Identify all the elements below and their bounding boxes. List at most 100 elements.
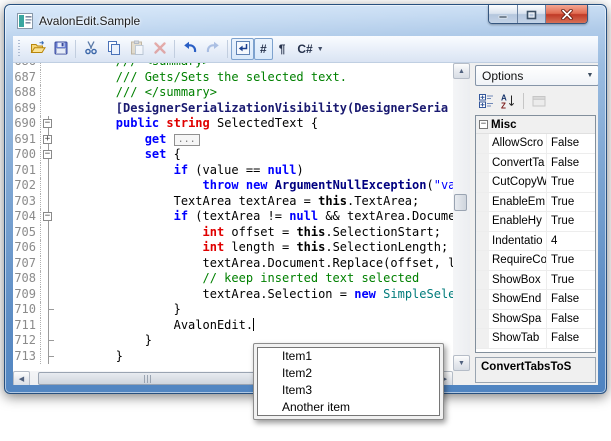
property-row[interactable]: EnableHyTrue <box>476 212 595 232</box>
property-value[interactable]: False <box>547 329 595 348</box>
property-value[interactable]: 4 <box>547 232 595 251</box>
code-line[interactable]: 705 int offset = this.SelectionStart; <box>13 225 453 241</box>
code-text[interactable]: /// </summary> <box>56 85 217 101</box>
line-number[interactable]: 708 <box>13 271 41 287</box>
code-line[interactable]: 704− if (textArea != null && textArea.Do… <box>13 209 453 225</box>
end-of-line-button[interactable]: ¶ <box>273 38 292 60</box>
line-number[interactable]: 702 <box>13 178 41 194</box>
undo-button[interactable] <box>178 38 201 60</box>
vertical-scrollbar[interactable]: ▲ ▼ <box>453 63 470 371</box>
fold-margin[interactable] <box>41 240 56 256</box>
copy-button[interactable] <box>102 38 125 60</box>
property-name[interactable]: RequireCo <box>489 251 547 270</box>
code-text[interactable]: get ... <box>56 132 200 148</box>
completion-item[interactable]: Item2 <box>258 365 439 382</box>
fold-margin[interactable] <box>41 85 56 101</box>
scroll-up-button[interactable]: ▲ <box>453 63 470 79</box>
completion-list[interactable]: Item1Item2Item3Another item <box>257 347 440 416</box>
property-name[interactable]: EnableHy <box>489 212 547 231</box>
code-line[interactable]: 689 [DesignerSerializationVisibility(Des… <box>13 101 453 117</box>
code-text[interactable]: int offset = this.SelectionStart; <box>56 225 441 241</box>
fold-plus-marker[interactable]: + <box>43 135 52 144</box>
fold-margin[interactable] <box>41 318 56 334</box>
code-text[interactable]: AvalonEdit. <box>56 318 254 334</box>
completion-item[interactable]: Item3 <box>258 382 439 399</box>
property-name[interactable]: ShowSpa <box>489 310 547 329</box>
fold-margin[interactable] <box>41 287 56 303</box>
paste-button[interactable] <box>125 38 148 60</box>
line-number[interactable]: 691 <box>13 132 41 148</box>
code-line[interactable]: 708 // keep inserted text selected <box>13 271 453 287</box>
fold-minus-marker[interactable]: − <box>43 119 52 128</box>
code-text[interactable]: if (value == null) <box>56 163 304 179</box>
toolbar-grip[interactable] <box>17 40 22 58</box>
line-number[interactable]: 711 <box>13 318 41 334</box>
completion-item[interactable]: Item1 <box>258 348 439 365</box>
maximize-button[interactable] <box>518 5 546 24</box>
property-name[interactable]: ShowTab <box>489 329 547 348</box>
code-line[interactable]: 706 int length = this.SelectionLength; <box>13 240 453 256</box>
property-row[interactable]: ShowTabFalse <box>476 329 595 349</box>
line-number[interactable]: 706 <box>13 240 41 256</box>
line-number[interactable]: 700 <box>13 147 41 163</box>
fold-minus-marker[interactable]: − <box>43 150 52 159</box>
fold-margin[interactable] <box>41 271 56 287</box>
code-text[interactable]: } <box>56 349 123 365</box>
fold-margin[interactable] <box>41 349 56 365</box>
line-number[interactable]: 710 <box>13 302 41 318</box>
property-row[interactable]: CutCopyWTrue <box>476 173 595 193</box>
line-numbers-button[interactable]: # <box>254 38 273 60</box>
editor-view[interactable]: 686 /// <summary>687 /// Gets/Sets the s… <box>13 63 453 371</box>
fold-margin[interactable] <box>41 194 56 210</box>
save-button[interactable] <box>49 38 72 60</box>
property-row[interactable]: EnableEmTrue <box>476 193 595 213</box>
code-line[interactable]: 701 if (value == null) <box>13 163 453 179</box>
scroll-left-button[interactable]: ◀ <box>13 371 30 385</box>
line-number[interactable]: 709 <box>13 287 41 303</box>
property-row[interactable]: Indentatio4 <box>476 232 595 252</box>
redo-button[interactable] <box>201 38 224 60</box>
property-value[interactable]: False <box>547 134 595 153</box>
fold-margin[interactable]: − <box>41 116 56 132</box>
line-number[interactable]: 705 <box>13 225 41 241</box>
code-text[interactable]: if (textArea != null && textArea.Docume <box>56 209 453 225</box>
line-number[interactable]: 701 <box>13 163 41 179</box>
collapse-icon[interactable]: − <box>479 120 488 129</box>
title-bar[interactable]: AvalonEdit.Sample <box>5 5 606 36</box>
code-text[interactable]: } <box>56 333 152 349</box>
fold-margin[interactable]: + <box>41 132 56 148</box>
cut-button[interactable] <box>79 38 102 60</box>
delete-button[interactable] <box>148 38 171 60</box>
property-pages-button[interactable] <box>528 91 550 111</box>
completion-item[interactable]: Another item <box>258 399 439 416</box>
code-text[interactable]: } <box>56 302 181 318</box>
property-name[interactable]: ConvertTa <box>489 154 547 173</box>
property-row[interactable]: ShowEndFalse <box>476 290 595 310</box>
property-row[interactable]: RequireCoTrue <box>476 251 595 271</box>
close-button[interactable] <box>546 5 587 24</box>
horizontal-scroll-thumb[interactable] <box>38 372 258 385</box>
category-row[interactable]: − Misc <box>476 116 595 134</box>
line-number[interactable]: 704 <box>13 209 41 225</box>
code-line[interactable]: 691+ get ... <box>13 132 453 148</box>
code-text[interactable]: /// Gets/Sets the selected text. <box>56 70 347 86</box>
alphabetical-sort-button[interactable]: A Z <box>497 91 519 111</box>
line-number[interactable]: 690 <box>13 116 41 132</box>
code-text[interactable]: set { <box>56 147 181 163</box>
property-row[interactable]: ShowSpaFalse <box>476 310 595 330</box>
fold-margin[interactable]: − <box>41 147 56 163</box>
property-name[interactable]: Indentatio <box>489 232 547 251</box>
options-dropdown[interactable]: Options ▼ <box>475 65 598 86</box>
property-row[interactable]: AllowScroFalse <box>476 134 595 154</box>
code-line[interactable]: 700− set { <box>13 147 453 163</box>
word-wrap-button[interactable] <box>231 38 254 60</box>
property-value[interactable]: True <box>547 271 595 290</box>
property-value[interactable]: False <box>547 154 595 173</box>
fold-margin[interactable] <box>41 70 56 86</box>
property-grid[interactable]: − Misc AllowScroFalseConvertTaFalseCutCo… <box>475 115 596 353</box>
line-number[interactable]: 687 <box>13 70 41 86</box>
code-text[interactable]: int length = this.SelectionLength; <box>56 240 448 256</box>
fold-margin[interactable] <box>41 256 56 272</box>
syntax-dropdown-button[interactable]: C#▼ <box>291 38 329 60</box>
line-number[interactable]: 703 <box>13 194 41 210</box>
